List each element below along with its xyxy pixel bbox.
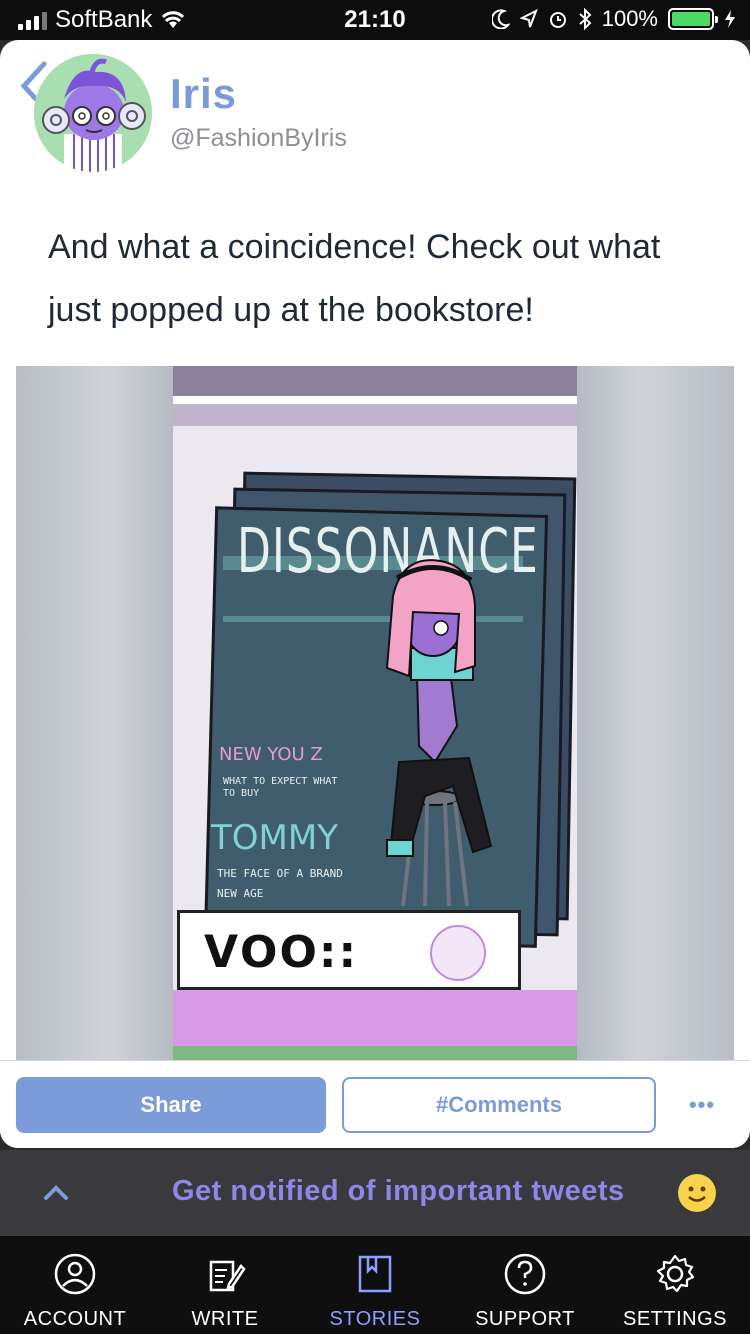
author-name[interactable]: Iris [170, 70, 237, 118]
status-right-group: 100% [491, 6, 736, 32]
tab-settings[interactable]: SETTINGS [600, 1236, 750, 1334]
action-row: Share #Comments ••• [0, 1060, 750, 1148]
tab-label: ACCOUNT [23, 1308, 127, 1330]
avatar-illustration [34, 54, 152, 172]
tab-support[interactable]: SUPPORT [450, 1236, 600, 1334]
moon-icon [491, 9, 510, 29]
tab-label: STORIES [329, 1308, 421, 1330]
comments-button[interactable]: #Comments [342, 1077, 656, 1133]
post-card: Iris @FashionByIris And what a coinciden… [0, 40, 750, 1148]
charging-icon [725, 10, 735, 28]
battery-percent: 100% [601, 6, 658, 31]
tab-write[interactable]: WRITE [150, 1236, 300, 1334]
notify-bar[interactable]: Get notified of important tweets [0, 1150, 750, 1236]
location-icon [519, 9, 538, 28]
shelf-sign: ᐯOO:: [177, 910, 521, 990]
chevron-up-icon[interactable] [42, 1178, 70, 1206]
tweet-image[interactable]: DISSONANCE NEW YOU Z WHAT TO EXPECT WHAT… [16, 366, 734, 1062]
bluetooth-icon [579, 8, 592, 30]
status-bar: SoftBank 21:10 100% [0, 0, 750, 40]
support-icon [504, 1253, 546, 1295]
smiley-icon [678, 1174, 716, 1212]
tab-label: SETTINGS [622, 1308, 727, 1330]
author-handle[interactable]: @FashionByIris [170, 124, 347, 153]
more-options-button[interactable]: ••• [672, 1077, 732, 1133]
notify-text[interactable]: Get notified of important tweets [172, 1175, 625, 1208]
alarm-icon [549, 12, 566, 28]
share-button[interactable]: Share [16, 1077, 326, 1133]
tab-label: SUPPORT [475, 1308, 575, 1330]
shelf-sign-badge [430, 925, 486, 981]
write-icon [209, 1260, 246, 1292]
magazine-illustration: DISSONANCE NEW YOU Z WHAT TO EXPECT WHAT… [173, 366, 577, 1062]
shelf-base [173, 990, 577, 1046]
battery-icon [668, 8, 718, 30]
stories-icon [358, 1255, 392, 1293]
account-icon [54, 1253, 96, 1295]
settings-icon [656, 1254, 695, 1293]
avatar[interactable] [34, 54, 152, 172]
tab-label: WRITE [191, 1308, 259, 1330]
tab-bar: ACCOUNT WRITE STORIES SUPPORT SETTINGS [0, 1236, 750, 1334]
image-blur-right [577, 366, 734, 1062]
tweet-text: And what a coincidence! Check out what j… [48, 228, 661, 329]
tab-account[interactable]: ACCOUNT [0, 1236, 150, 1334]
image-blur-left [16, 366, 173, 1062]
shelf-sign-logo: ᐯOO:: [204, 927, 359, 978]
tab-stories[interactable]: STORIES [300, 1236, 450, 1334]
